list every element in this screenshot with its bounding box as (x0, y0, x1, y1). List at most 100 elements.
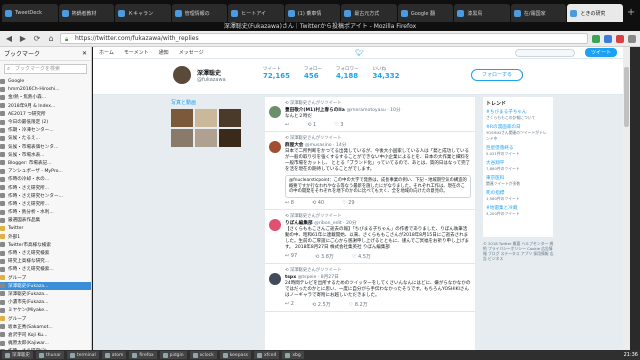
reload-icon[interactable]: ⟳ (32, 34, 42, 44)
reply-icon[interactable]: ↩ 2 (285, 301, 294, 308)
trend-item[interactable]: 巨星墜落終る 5,021件のツイート (486, 145, 550, 157)
tweet[interactable]: ⟲ 深澤聡史さんがリツイート tspx @tspeie · 8月27日 24時間テレ… (265, 264, 475, 312)
browser-tab[interactable]: ときの研究 (567, 4, 624, 22)
bookmark-item[interactable]: 作時・熱分析・水利... (0, 208, 91, 216)
bookmark-item[interactable]: 研究上高様な研究... (0, 257, 91, 265)
browser-tab[interactable]: Google 翻 (397, 4, 454, 22)
tweet-author[interactable]: tspx @tspeie · 8月27日 (285, 274, 471, 280)
taskbar-item[interactable]: thunar (36, 351, 64, 359)
reply-icon[interactable]: ↩ 8 (285, 200, 294, 206)
stat-likes[interactable]: いいね 34,332 (373, 66, 400, 80)
bookmark-item[interactable]: 梶原太郎(Kajiwar... (0, 339, 91, 347)
retweet-icon[interactable]: ⟲ 40 (312, 200, 324, 206)
trend-item[interactable]: 死の指標 1,560件のツイート (486, 190, 550, 202)
browser-tab[interactable]: 管理情報の (171, 4, 228, 22)
trend-item[interactable]: #Rの漫画家の日 YOSHIKIさん関連のツイートがトレンド中 (486, 124, 550, 142)
avatar[interactable] (269, 272, 281, 285)
taskbar-item[interactable]: firefox (129, 351, 157, 359)
like-icon[interactable]: ♡ 3 (334, 122, 343, 128)
reply-icon[interactable]: ↩ (285, 122, 289, 128)
bookmark-item[interactable]: 外部1 (0, 233, 91, 241)
trend-item[interactable]: 東京医科 関連ツイートが多数 (486, 175, 550, 187)
scrollbar-thumb[interactable] (624, 67, 629, 127)
tweet-author[interactable]: りぼん編集部 @ribon_edit · 20分 (285, 220, 471, 226)
bookmark-item[interactable]: グループ (0, 274, 91, 282)
more-icon[interactable]: ⋮ (519, 71, 527, 79)
nav-messages[interactable]: メッセージ (179, 49, 204, 56)
bookmark-item[interactable]: Twitter市高様な検索 (0, 241, 91, 249)
stat-followers[interactable]: フォロワー 4,188 (336, 66, 359, 80)
extension-icon[interactable] (604, 34, 612, 43)
media-thumbnail[interactable] (195, 109, 217, 127)
media-thumbnail[interactable] (219, 129, 241, 147)
bookmark-item[interactable]: 小濃市先(Fukaza... (0, 298, 91, 306)
avatar[interactable] (171, 64, 193, 86)
bookmark-item[interactable]: 作期・冷凍センター... (0, 126, 91, 134)
stat-tweets[interactable]: ツイート 72,165 (263, 66, 290, 80)
bookmark-item[interactable]: 今日の最低限定 (2) (0, 118, 91, 126)
taskbar-item[interactable]: xfce4 (254, 351, 280, 359)
nav-notifications[interactable]: 通知 (159, 49, 169, 56)
like-icon[interactable]: ♡ 8.2万 (349, 301, 368, 308)
browser-tab[interactable]: 漆黒鳥 (454, 4, 510, 22)
bookmark-item[interactable]: 作時・さえ研究所... (0, 200, 91, 208)
bookmark-search-input[interactable]: ⌕ ブックマークを検索 (4, 64, 87, 74)
tweet-author[interactable]: 群屋大会 @musasino · 14分 (285, 142, 471, 148)
bookmark-item[interactable]: 坂本正秀(Sakamot... (0, 323, 91, 331)
taskbar-item[interactable]: pidgin (159, 351, 187, 359)
bookmark-item[interactable]: 厳選図表作品集 (0, 216, 91, 224)
bookmark-item[interactable]: 倉沢字司 Koji Ku... (0, 331, 91, 339)
bookmark-item[interactable]: Google (0, 77, 91, 85)
clock[interactable]: 21:36 (624, 352, 638, 358)
bookmark-item[interactable]: アンシュポーザ - MyPro... (0, 167, 91, 175)
back-icon[interactable]: ◀ (4, 34, 14, 44)
extension-icon[interactable] (592, 34, 600, 43)
nav-home[interactable]: ホーム (99, 49, 114, 56)
bookmark-item[interactable]: 作時・さえ研究検索 (0, 249, 91, 257)
media-title[interactable]: 写真と動画 (171, 99, 249, 106)
media-thumbnail[interactable] (171, 109, 193, 127)
bookmark-item[interactable]: 2018年9月 & Index... (0, 102, 91, 110)
browser-tab[interactable]: (1) 乗車情 (284, 4, 341, 22)
bookmark-item[interactable]: 気候・市場表価センタ... (0, 143, 91, 151)
stat-following[interactable]: フォロー 456 (304, 66, 322, 80)
taskbar-item[interactable]: terminal (66, 351, 99, 359)
bookmark-item[interactable]: 気候・市場水表... (0, 151, 91, 159)
trend-item[interactable]: #地雷集と冷蔵 3,200件のツイート (486, 205, 550, 217)
tweet-author[interactable]: 豊田敬介(M1)村上春らのIIa @meramotoyasu · 10分 (285, 107, 471, 113)
reply-icon[interactable]: ↩ 97 (285, 253, 297, 260)
browser-tab[interactable]: TweetDeck (2, 4, 58, 22)
taskbar-item[interactable]: 深澤聡史 (2, 351, 33, 359)
bookmark-item[interactable]: 作時・さえ研究所... (0, 183, 91, 191)
taskbar-item[interactable]: keepass (219, 351, 252, 359)
url-bar[interactable]: 🔒︎ https://twitter.com/fukazawa/with_rep… (60, 33, 588, 44)
like-icon[interactable]: ♡ 29 (342, 200, 354, 206)
nav-moments[interactable]: モーメント (124, 49, 149, 56)
like-icon[interactable]: ♡ 4.5万 (352, 253, 371, 260)
new-tab-icon[interactable]: + (624, 4, 638, 22)
tweet[interactable]: ⟲ 深澤聡史さんがリツイート りぼん編集部 @ribon_edit · 20分 【さ… (265, 210, 475, 264)
twitter-search-input[interactable] (514, 48, 575, 57)
twitter-bird-icon[interactable]: 🐦︎ (355, 49, 364, 57)
retweet-icon[interactable]: ⟲ 1 (307, 122, 316, 128)
follow-button[interactable]: フォローする (471, 69, 524, 81)
avatar[interactable] (269, 218, 281, 231)
browser-tab[interactable]: ヒートアイ (228, 4, 284, 22)
media-thumbnail[interactable] (171, 129, 193, 147)
quoted-tweet[interactable]: @fnuclearsticpoint：この中の大字で発熱は，成長事業の例い、下記… (285, 175, 471, 198)
tweet-button[interactable]: ツイート (584, 48, 617, 57)
trend-item[interactable]: #ちびまる子ちゃん さくらももこの訃報について (486, 109, 550, 121)
browser-tab[interactable]: 在/霜国家 (510, 4, 567, 22)
bookmark-item[interactable]: 作時・さえ研究センター... (0, 192, 91, 200)
tweet[interactable]: ⟲ 深澤聡史さんがリツイート 群屋大会 @musasino · 14分 日本で二所判… (265, 132, 475, 210)
bookmark-item[interactable]: 作時・さえ研究検索... (0, 265, 91, 273)
browser-tab[interactable]: 最古元方式 (341, 4, 397, 22)
extension-icon[interactable] (616, 34, 624, 43)
bookmark-item[interactable]: 深澤聡史(Fukaza... (0, 290, 91, 298)
taskbar-item[interactable]: xbg (282, 351, 304, 359)
taskbar-item[interactable]: atom (101, 351, 127, 359)
browser-tab[interactable]: 熱鍋者教材 (58, 4, 115, 22)
menu-icon[interactable] (628, 34, 636, 43)
trend-item[interactable]: 大谷翔平 7,880件のツイート (486, 160, 550, 172)
bookmark-item[interactable]: Blogger: 市場表記... (0, 159, 91, 167)
